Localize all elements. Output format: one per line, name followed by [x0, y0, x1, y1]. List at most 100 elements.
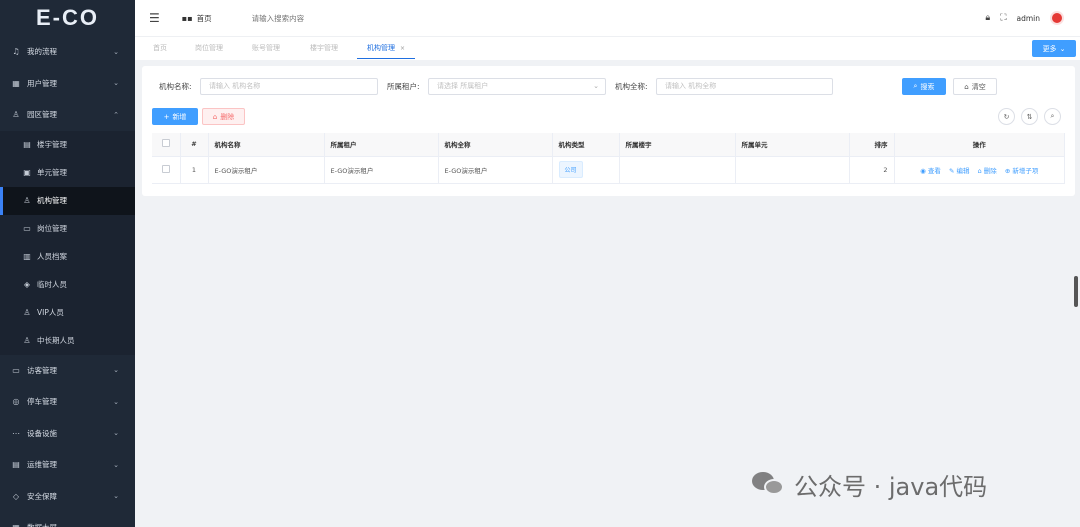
- delete-link[interactable]: ⌂ 删除: [978, 167, 997, 175]
- tab-account[interactable]: 账号管理: [252, 37, 280, 59]
- delete-row-label: 删除: [983, 166, 997, 175]
- sidebar-item[interactable]: ◇ 安全保障 ⌄: [0, 481, 135, 513]
- sidebar-sub-item[interactable]: ◈ 临时人员: [0, 270, 135, 299]
- sidebar-item-label: 用户管理: [27, 78, 57, 88]
- sidebar-item-label: 园区管理: [27, 110, 57, 120]
- sidebar-item[interactable]: ♙ 园区管理 ⌃: [0, 99, 135, 131]
- chevron-down-icon: ⌄: [113, 460, 119, 469]
- sidebar-sub-item-label: VIP人员: [37, 308, 64, 317]
- fullscreen-icon[interactable]: ⛶: [1000, 13, 1006, 23]
- tools-icon: ▤: [12, 460, 20, 470]
- edit-label: 编辑: [956, 166, 970, 175]
- tab-bar: 首页 岗位管理 账号管理 楼宇管理 机构管理 × 更多 ⌄: [135, 36, 1080, 60]
- table-row: 1 E-GO演示租户 E-GO演示租户 E-GO演示租户 公司 2 ◉ 查看 ✎…: [152, 156, 1065, 184]
- sidebar-sub-item-label: 单元管理: [37, 168, 67, 177]
- sidebar-item[interactable]: ⋯ 设备设施 ⌄: [0, 418, 135, 450]
- shield-icon: ◇: [12, 491, 20, 501]
- select-all-checkbox[interactable]: [152, 133, 181, 157]
- breadcrumb[interactable]: 首页: [197, 13, 212, 24]
- row-building: [619, 156, 736, 184]
- user-icon: ♙: [12, 110, 20, 120]
- dots-icon: ⋯: [12, 428, 20, 438]
- clear-label: 清空: [971, 82, 986, 91]
- row-checkbox[interactable]: [152, 156, 181, 184]
- clear-button[interactable]: ⌂ 清空: [953, 78, 997, 95]
- sidebar-item[interactable]: ◎ 停车管理 ⌄: [0, 386, 135, 418]
- sidebar-sub-item[interactable]: ▥ 人员档案: [0, 242, 135, 271]
- sidebar-item[interactable]: ♫ 我的流程 ⌄: [0, 36, 135, 68]
- chevron-down-icon: ⌄: [1059, 44, 1066, 53]
- menu-toggle-icon[interactable]: ☰: [149, 11, 160, 25]
- sidebar-sub-item[interactable]: ▣ 单元管理: [0, 158, 135, 187]
- tab-org[interactable]: 机构管理 ×: [357, 37, 416, 59]
- view-link[interactable]: ◉ 查看: [920, 167, 941, 175]
- sidebar-sub-item[interactable]: ♙ 中长期人员: [0, 326, 135, 355]
- eye-icon: ◉: [920, 166, 928, 175]
- sidebar-item[interactable]: ▭ 访客管理 ⌄: [0, 355, 135, 387]
- view-label: 查看: [927, 166, 941, 175]
- sidebar-item-label: 运维管理: [27, 460, 57, 470]
- col-unit: 所属单元: [735, 133, 850, 157]
- grid-icon: ▦: [12, 78, 20, 88]
- bell-icon: ♫: [12, 47, 20, 57]
- sidebar-item[interactable]: ▦数据大屏⌄: [0, 512, 135, 527]
- edit-link[interactable]: ✎ 编辑: [949, 167, 970, 175]
- row-index: 1: [180, 156, 209, 184]
- tab-home[interactable]: 首页: [153, 37, 167, 59]
- sidebar-item-label: 数据大屏: [27, 522, 57, 527]
- header-tools: 🔒︎ ⛶ admin: [985, 0, 1064, 36]
- wechat-icon: [752, 470, 786, 498]
- delete-button[interactable]: ⌂ 删除: [202, 108, 245, 125]
- user-name[interactable]: admin: [1017, 14, 1041, 23]
- sidebar-sub-item[interactable]: ♙ 机构管理: [0, 186, 135, 215]
- sidebar-item-label: 设备设施: [27, 428, 57, 438]
- avatar[interactable]: [1050, 11, 1064, 25]
- tag-icon: ◈: [23, 280, 31, 289]
- search-icon: ⌕: [913, 82, 918, 90]
- sidebar-sub-item[interactable]: ▤ 楼宇管理: [0, 130, 135, 159]
- tab-post[interactable]: 岗位管理: [195, 37, 223, 59]
- org-icon: ♙: [23, 196, 31, 205]
- trash-icon: ⌂: [964, 82, 969, 91]
- org-table: # 机构名称 所属租户 机构全称 机构类型 所属楼宇 所属单元 排序 操作 1 …: [152, 133, 1065, 184]
- row-name: E-GO演示租户: [208, 156, 325, 184]
- chevron-down-icon: ⌄: [113, 397, 119, 406]
- fullname-input[interactable]: 请输入 机构全称: [656, 78, 833, 95]
- sidebar-item[interactable]: ▦ 用户管理 ⌄: [0, 68, 135, 100]
- row-ops: ◉ 查看 ✎ 编辑 ⌂ 删除 ⊕ 新增子项: [894, 156, 1065, 184]
- columns-icon[interactable]: ⇅: [1021, 108, 1038, 125]
- add-child-link[interactable]: ⊕ 新增子项: [1005, 167, 1039, 175]
- add-button[interactable]: + 新增: [152, 108, 198, 125]
- org-name-input[interactable]: 请输入 机构名称: [200, 78, 378, 95]
- org-name-label: 机构名称:: [159, 82, 192, 91]
- page-scrollbar[interactable]: [1074, 276, 1078, 307]
- search-label: 搜索: [920, 82, 935, 91]
- table-header-row: # 机构名称 所属租户 机构全称 机构类型 所属楼宇 所属单元 排序 操作: [152, 133, 1065, 157]
- lock-icon[interactable]: 🔒︎: [985, 13, 990, 23]
- refresh-icon[interactable]: ↻: [998, 108, 1015, 125]
- sidebar-item-label: 安全保障: [27, 491, 57, 501]
- chevron-down-icon: ⌄: [593, 82, 599, 90]
- search-toggle-icon[interactable]: ⌕: [1044, 108, 1061, 125]
- tenant-placeholder: 请选择 所属租户: [437, 82, 489, 90]
- more-button[interactable]: 更多 ⌄: [1032, 40, 1076, 57]
- sidebar-sub-item-label: 岗位管理: [37, 224, 67, 233]
- tenant-select[interactable]: 请选择 所属租户 ⌄: [428, 78, 606, 95]
- person-icon: ♙: [23, 336, 31, 345]
- sidebar-item[interactable]: ▤ 运维管理 ⌄: [0, 449, 135, 481]
- search-button[interactable]: ⌕ 搜索: [902, 78, 946, 95]
- col-sort: 排序: [849, 133, 895, 157]
- main-panel: 机构名称: 请输入 机构名称 所属租户: 请选择 所属租户 ⌄ 机构全称: 请输入…: [142, 66, 1075, 196]
- sidebar-sub-item[interactable]: ♙ VIP人员: [0, 298, 135, 327]
- tab-building[interactable]: 楼宇管理: [310, 37, 338, 59]
- more-label: 更多: [1042, 44, 1057, 53]
- sidebar-item-label: 停车管理: [27, 397, 57, 407]
- close-icon[interactable]: ×: [400, 45, 405, 52]
- monitor-icon: ▭: [12, 365, 20, 375]
- trash-icon: ⌂: [212, 112, 218, 121]
- global-search-input[interactable]: [251, 13, 372, 23]
- home-grid-icon: ▪▪: [181, 13, 193, 23]
- chevron-down-icon: ⌄: [113, 79, 119, 88]
- chevron-down-icon: ⌄: [113, 47, 119, 56]
- sidebar-sub-item[interactable]: ▭ 岗位管理: [0, 214, 135, 243]
